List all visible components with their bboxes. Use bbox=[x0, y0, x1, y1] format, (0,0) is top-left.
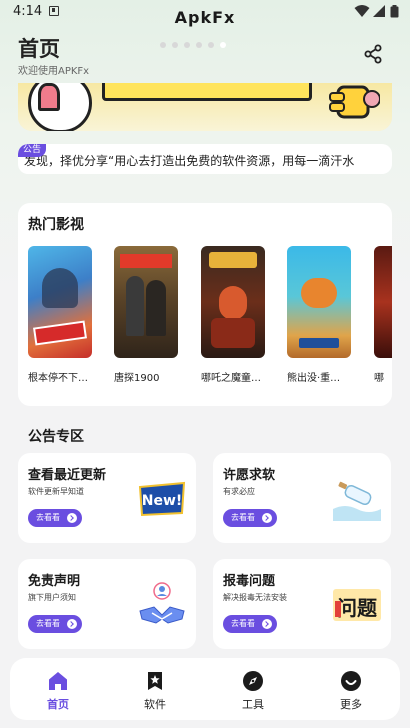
banner-indicator bbox=[160, 33, 240, 48]
movie-item[interactable]: 哪吒之魔童… bbox=[201, 246, 265, 384]
banner-dot[interactable] bbox=[196, 42, 202, 48]
nav-item-tools[interactable]: 工具 bbox=[213, 658, 293, 720]
movie-poster[interactable] bbox=[374, 246, 392, 358]
nav-item-software[interactable]: 软件 bbox=[115, 658, 195, 720]
smile-icon bbox=[341, 671, 361, 691]
nav-item-more[interactable]: 更多 bbox=[311, 658, 391, 720]
bottom-navigation: 首页 软件 工具 更多 bbox=[10, 658, 400, 720]
arrow-right-icon bbox=[67, 513, 77, 523]
movie-poster[interactable] bbox=[114, 246, 178, 358]
compass-icon bbox=[243, 671, 263, 691]
banner-dot-active[interactable] bbox=[220, 42, 226, 48]
nav-label: 工具 bbox=[242, 698, 264, 711]
star-bookmark-icon bbox=[148, 672, 162, 690]
movie-poster[interactable] bbox=[201, 246, 265, 358]
home-icon bbox=[49, 672, 67, 690]
recent-updates-card[interactable]: 查看最近更新 软件更新早知道 去看看 New! bbox=[18, 453, 196, 543]
go-see-button[interactable]: 去看看 bbox=[28, 509, 82, 527]
new-badge-illustration: New! bbox=[138, 481, 186, 517]
nav-label: 软件 bbox=[144, 698, 166, 711]
card-title: 许愿求软 bbox=[223, 468, 276, 483]
card-description: 旗下用户须知 bbox=[28, 593, 76, 602]
button-label: 去看看 bbox=[231, 513, 255, 522]
go-see-button[interactable]: 去看看 bbox=[28, 615, 82, 633]
bottle-wish-illustration bbox=[333, 481, 381, 521]
banner-dot[interactable] bbox=[184, 42, 190, 48]
movie-item[interactable]: 根本停不下… bbox=[28, 246, 92, 384]
banner-title: ApkFx bbox=[174, 8, 236, 27]
movie-title: 唐探1900 bbox=[114, 373, 160, 384]
notice-marquee[interactable]: 发现，择优分享“用心去打造出免费的软件资源，用每一滴汗水 公告 bbox=[18, 144, 392, 174]
movie-poster[interactable] bbox=[287, 246, 351, 358]
notice-badge: 公告 bbox=[18, 144, 47, 157]
nav-label: 更多 bbox=[340, 698, 362, 711]
button-label: 去看看 bbox=[36, 619, 60, 628]
banner-sign bbox=[102, 83, 312, 101]
card-description: 解决报毒无法安装 bbox=[223, 593, 287, 602]
question-badge-illustration: 问题 bbox=[333, 589, 381, 621]
banner-carousel[interactable] bbox=[18, 83, 392, 131]
banner-dot[interactable] bbox=[160, 42, 166, 48]
go-see-button[interactable]: 去看看 bbox=[223, 509, 277, 527]
virus-report-card[interactable]: 报毒问题 解决报毒无法安装 去看看 问题 bbox=[213, 559, 391, 649]
new-badge-text: New! bbox=[142, 493, 183, 509]
button-label: 去看看 bbox=[36, 513, 60, 522]
movie-item[interactable]: 哪 bbox=[374, 246, 392, 384]
banner-hand-illustration bbox=[329, 85, 380, 119]
button-label: 去看看 bbox=[231, 619, 255, 628]
movie-item[interactable]: 熊出没·重… bbox=[287, 246, 351, 384]
nav-label: 首页 bbox=[47, 698, 69, 711]
page-title: 首页 bbox=[18, 37, 60, 61]
arrow-right-icon bbox=[262, 513, 272, 523]
movie-title: 哪吒之魔童… bbox=[201, 373, 261, 384]
issue-badge-text: 问题 bbox=[337, 596, 378, 620]
movie-title: 熊出没·重… bbox=[287, 373, 341, 384]
banner-dot[interactable] bbox=[172, 42, 178, 48]
nav-item-home[interactable]: 首页 bbox=[18, 658, 98, 720]
card-description: 有求必应 bbox=[223, 487, 255, 496]
movie-title: 哪 bbox=[374, 373, 384, 384]
handshake-illustration bbox=[139, 582, 185, 624]
hot-movies-card: 热门影视 根本停不下… 唐探1900 哪吒之魔童… 熊出没·重… 哪 bbox=[18, 203, 392, 406]
page-subtitle: 欢迎使用APKFx bbox=[18, 66, 90, 77]
go-see-button[interactable]: 去看看 bbox=[223, 615, 277, 633]
hot-movies-title: 热门影视 bbox=[28, 217, 84, 233]
announcements-title: 公告专区 bbox=[28, 429, 84, 445]
movie-item[interactable]: 唐探1900 bbox=[114, 246, 178, 384]
share-icon[interactable] bbox=[362, 43, 384, 65]
arrow-right-icon bbox=[262, 619, 272, 629]
wish-request-card[interactable]: 许愿求软 有求必应 去看看 bbox=[213, 453, 391, 543]
disclaimer-card[interactable]: 免责声明 旗下用户须知 去看看 bbox=[18, 559, 196, 649]
banner-mascot-ear bbox=[38, 83, 60, 111]
movie-title: 根本停不下… bbox=[28, 373, 88, 384]
card-description: 软件更新早知道 bbox=[28, 487, 84, 496]
card-title: 免责声明 bbox=[28, 574, 81, 589]
movie-poster[interactable] bbox=[28, 246, 92, 358]
arrow-right-icon bbox=[67, 619, 77, 629]
banner-dot[interactable] bbox=[208, 42, 214, 48]
notice-text: 发现，择优分享“用心去打造出免费的软件资源，用每一滴汗水 bbox=[24, 154, 355, 168]
card-title: 查看最近更新 bbox=[28, 468, 107, 483]
card-title: 报毒问题 bbox=[223, 574, 276, 589]
